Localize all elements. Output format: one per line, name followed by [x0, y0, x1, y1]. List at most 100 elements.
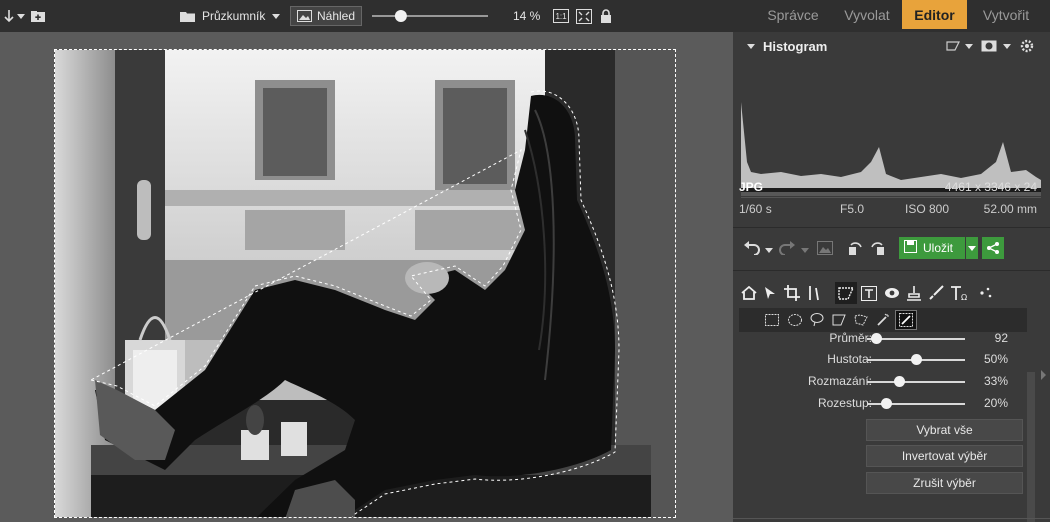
diameter-thumb[interactable]: [871, 333, 883, 344]
effects-tool[interactable]: [977, 284, 995, 302]
invert-selection-button[interactable]: Invertovat výběr: [866, 445, 1023, 467]
arrow-down-icon: [4, 9, 14, 23]
lasso-icon: [810, 313, 824, 327]
blur-slider[interactable]: Rozmazání: 33%: [733, 373, 1050, 391]
zoom-value: 14 %: [513, 9, 541, 23]
browse-mode-button[interactable]: Průzkumník: [179, 0, 281, 32]
add-folder-button[interactable]: [30, 0, 46, 32]
lock-button[interactable]: [600, 0, 612, 32]
undo-button[interactable]: [741, 238, 763, 258]
text-box-tool[interactable]: [860, 284, 878, 302]
selection-icon: [838, 286, 854, 300]
zoom-slider-thumb[interactable]: [394, 10, 407, 22]
magic-wand-tool[interactable]: [874, 312, 892, 328]
tab-manager[interactable]: Správce: [754, 0, 832, 29]
chevron-down-icon[interactable]: [965, 44, 973, 49]
chevron-down-icon[interactable]: [1003, 44, 1011, 49]
blur-thumb[interactable]: [893, 376, 905, 387]
lock-icon: [600, 8, 612, 24]
mask-icon[interactable]: [980, 38, 998, 54]
gear-icon[interactable]: [1019, 38, 1035, 54]
rotate-right-button[interactable]: [868, 238, 886, 258]
share-button[interactable]: [982, 237, 1004, 259]
clone-tool[interactable]: [905, 284, 923, 302]
chevron-down-icon: [968, 245, 976, 251]
actual-size-icon: 1:1: [553, 9, 569, 23]
brush-tool[interactable]: [927, 284, 945, 302]
redo-button[interactable]: [776, 238, 798, 258]
select-all-button[interactable]: Vybrat vše: [866, 419, 1023, 441]
home-icon: [741, 286, 757, 300]
lasso-tool[interactable]: [808, 312, 826, 328]
diameter-value: 92: [994, 331, 1008, 345]
image-dimensions: 4461 x 3346 x 24: [944, 180, 1037, 194]
rotate-left-button[interactable]: [847, 238, 865, 258]
polygon-lasso-tool[interactable]: [830, 312, 848, 328]
zoom-slider[interactable]: [372, 0, 490, 32]
blur-track[interactable]: [867, 381, 965, 383]
magnetic-lasso-icon: [854, 314, 868, 326]
folder-icon: [179, 10, 197, 23]
aperture: F5.0: [840, 202, 865, 216]
density-slider[interactable]: Hustota: 50%: [733, 351, 1050, 369]
spacing-slider[interactable]: Rozestup: 20%: [733, 395, 1050, 413]
photo-preview[interactable]: [54, 49, 676, 518]
save-button[interactable]: Uložit: [899, 237, 965, 259]
divider: [733, 518, 1050, 519]
panel-expand-arrow-icon[interactable]: [1041, 370, 1046, 380]
selection-brush-tool[interactable]: [895, 310, 917, 330]
preview-mode-button[interactable]: Náhled: [290, 6, 363, 26]
zoom-slider-track[interactable]: [372, 0, 490, 32]
chevron-down-icon: [17, 13, 25, 19]
chevron-down-icon[interactable]: [801, 248, 809, 253]
collapse-caret-icon[interactable]: [747, 43, 755, 49]
deselect-button[interactable]: Zrušit výběr: [866, 472, 1023, 494]
save-options-button[interactable]: [966, 237, 978, 259]
actual-size-button[interactable]: 1:1: [553, 0, 569, 32]
histogram-header[interactable]: Histogram: [733, 32, 1050, 60]
blur-label: Rozmazání:: [807, 374, 872, 388]
share-icon: [987, 242, 999, 254]
chevron-down-icon: [272, 13, 281, 19]
histogram-graph: [741, 62, 1041, 198]
spacing-thumb[interactable]: [881, 398, 893, 409]
preview-label: Náhled: [317, 9, 356, 23]
histogram-title: Histogram: [763, 38, 828, 54]
divider: [733, 227, 1050, 228]
crop-tool[interactable]: [783, 284, 801, 302]
polygon-lasso-icon: [832, 314, 846, 326]
top-toolbar: Průzkumník Náhled 14 % 1:1 Správce Vyvol…: [0, 0, 1050, 32]
histogram-source-icon[interactable]: [945, 38, 961, 54]
spacing-value: 20%: [983, 396, 1008, 410]
magic-wand-icon: [877, 313, 889, 326]
straighten-tool[interactable]: [805, 284, 823, 302]
chevron-down-icon[interactable]: [765, 248, 773, 253]
save-label: Uložit: [923, 241, 954, 255]
panel-scrollbar[interactable]: [1027, 372, 1035, 522]
magnetic-lasso-tool[interactable]: [852, 312, 870, 328]
save-icon: [904, 240, 917, 256]
tab-develop[interactable]: Vyvolat: [832, 0, 902, 29]
density-value: 50%: [983, 352, 1008, 366]
browse-label: Průzkumník: [202, 9, 266, 23]
pointer-tool[interactable]: [762, 284, 778, 302]
density-thumb[interactable]: [910, 354, 922, 365]
import-button[interactable]: [4, 0, 25, 32]
fit-screen-icon: [576, 8, 592, 24]
text-tool[interactable]: Ω: [949, 284, 971, 302]
rect-select-tool[interactable]: [763, 312, 781, 328]
density-label: Hustota:: [827, 352, 872, 366]
compare-button[interactable]: [815, 238, 835, 258]
selection-tool[interactable]: [835, 282, 857, 304]
text-box-icon: [861, 285, 877, 301]
undo-icon: [744, 241, 760, 255]
tab-editor[interactable]: Editor: [902, 0, 967, 29]
red-eye-tool[interactable]: [883, 284, 901, 302]
ellipse-select-tool[interactable]: [786, 312, 804, 328]
diameter-slider[interactable]: Průměr: 92: [733, 330, 1050, 348]
svg-text:Ω: Ω: [961, 293, 967, 301]
fit-to-screen-button[interactable]: [576, 0, 592, 32]
image-canvas[interactable]: [0, 32, 733, 522]
tab-create[interactable]: Vytvořit: [971, 0, 1041, 29]
home-tool[interactable]: [740, 284, 758, 302]
